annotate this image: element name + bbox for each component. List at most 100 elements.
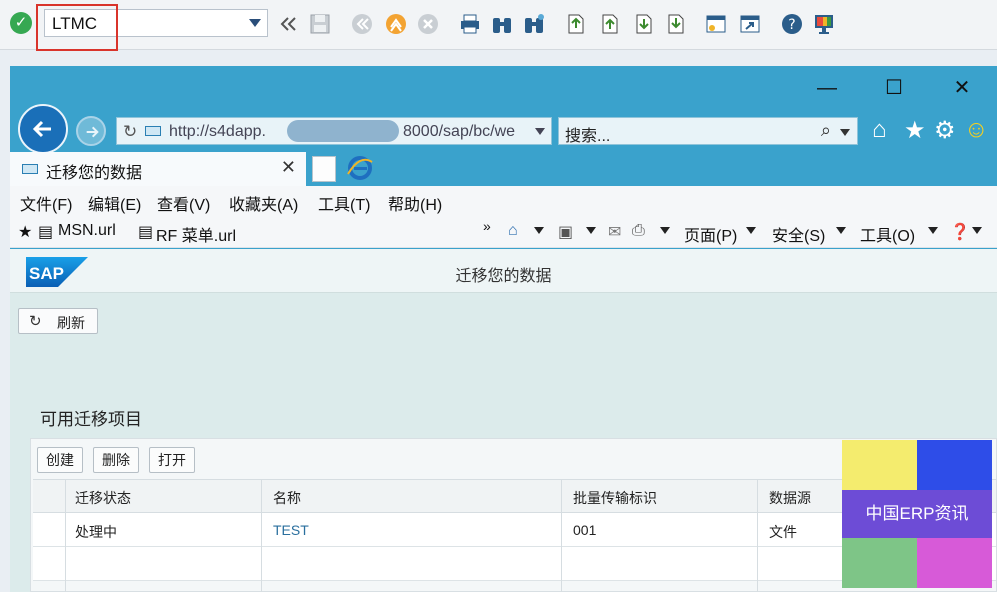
create-button[interactable]: 创建 (37, 447, 83, 473)
mail-icon[interactable]: ✉ (608, 222, 621, 242)
watermark-block (917, 440, 992, 490)
minimize-button[interactable]: — (812, 76, 842, 100)
menu-bar: 文件(F) 编辑(E) 查看(V) 收藏夹(A) 工具(T) 帮助(H) (10, 186, 997, 216)
refresh-icon: ↻ (29, 313, 42, 330)
menu-edit[interactable]: 编辑(E) (88, 191, 141, 215)
column-header-status[interactable]: 迁移状态 (75, 488, 131, 508)
column-divider (561, 479, 562, 592)
watermark-logo: 中国ERP资讯 (842, 440, 992, 588)
next-page-icon[interactable] (632, 12, 656, 36)
menu-help[interactable]: 帮助(H) (388, 191, 442, 215)
chevron-down-icon[interactable] (535, 128, 545, 135)
column-divider (261, 479, 262, 592)
menu-view[interactable]: 查看(V) (157, 191, 210, 215)
refresh-label: 刷新 (57, 315, 85, 331)
first-page-icon[interactable] (564, 12, 588, 36)
chevron-down-icon[interactable] (660, 222, 670, 240)
open-button[interactable]: 打开 (149, 447, 195, 473)
chevron-down-icon[interactable] (249, 19, 261, 27)
last-page-icon[interactable] (664, 12, 688, 36)
tools-menu[interactable]: 工具(O) (860, 222, 915, 246)
help-icon[interactable]: ? (780, 12, 804, 36)
section-title: 可用迁移项目 (40, 410, 142, 429)
chevron-down-icon[interactable] (746, 222, 756, 240)
sap-gui-toolbar: ✓ LTMC ? (0, 0, 997, 51)
watermark-block (842, 538, 917, 588)
new-tab-button[interactable] (312, 156, 336, 182)
settings-gear-icon[interactable]: ⚙ (934, 116, 956, 145)
enter-check-icon[interactable]: ✓ (10, 12, 32, 34)
back-icon[interactable] (350, 12, 374, 36)
home-icon[interactable]: ⌂ (872, 116, 887, 144)
maximize-button[interactable]: ☐ (879, 76, 909, 100)
column-divider (757, 479, 758, 592)
chevron-down-icon[interactable] (972, 222, 982, 240)
page-icon: ▤ (38, 224, 54, 241)
search-icon[interactable]: ⌕ (821, 120, 831, 141)
menu-file[interactable]: 文件(F) (20, 191, 72, 215)
highlight-box (36, 4, 118, 51)
chevron-down-icon[interactable] (586, 222, 596, 240)
tab-title: 迁移您的数据 (46, 165, 143, 182)
chevron-double-right-icon[interactable]: » (483, 218, 491, 234)
forward-button[interactable] (76, 116, 106, 146)
cell-name-link[interactable]: TEST (273, 522, 309, 538)
menu-tools[interactable]: 工具(T) (318, 191, 370, 215)
cancel-icon[interactable] (416, 12, 440, 36)
save-icon[interactable] (308, 12, 332, 36)
favorite-link-msn[interactable]: MSN.url (58, 222, 116, 240)
column-header-name[interactable]: 名称 (273, 488, 301, 508)
favorites-star-icon[interactable]: ★ (18, 222, 32, 242)
svg-text:?: ? (788, 17, 795, 33)
chevron-down-icon[interactable] (928, 222, 938, 240)
favorites-star-icon[interactable]: ★ (904, 116, 926, 145)
site-icon (145, 126, 161, 136)
smiley-feedback-icon[interactable]: ☺ (964, 116, 989, 144)
home-small-icon[interactable]: ⌂ (508, 222, 518, 240)
watermark-block (917, 538, 992, 588)
chevron-down-icon[interactable] (534, 222, 544, 240)
exit-icon[interactable] (384, 12, 408, 36)
cell-mass-transfer-id: 001 (573, 522, 597, 538)
refresh-button[interactable]: ↻ 刷新 (18, 308, 98, 334)
column-header-mass-transfer-id[interactable]: 批量传输标识 (573, 488, 657, 508)
find-next-icon[interactable] (522, 12, 546, 36)
favorites-bar: ★ ▤ MSN.url ▤ RF 菜单.url » ⌂ ▣ ✉ ⎙ 页面(P) … (10, 216, 997, 248)
cell-status: 处理中 (75, 524, 117, 540)
chevron-down-icon[interactable] (836, 222, 846, 240)
menu-favorites[interactable]: 收藏夹(A) (229, 191, 298, 215)
previous-page-icon[interactable] (598, 12, 622, 36)
printer-icon[interactable]: ⎙ (632, 222, 645, 240)
arrow-left-icon (32, 120, 51, 138)
find-icon[interactable] (490, 12, 514, 36)
browser-tab[interactable]: 迁移您的数据 ✕ (10, 152, 306, 186)
column-header-source[interactable]: 数据源 (769, 488, 811, 508)
delete-button[interactable]: 删除 (93, 447, 139, 473)
tab-close-icon[interactable]: ✕ (281, 157, 296, 178)
chevron-down-icon[interactable] (840, 129, 850, 136)
watermark-text: 中国ERP资讯 (842, 490, 992, 538)
cell-source: 文件 (769, 524, 797, 540)
page-title: 迁移您的数据 (455, 268, 552, 285)
search-box[interactable]: 搜索... ⌕ (558, 117, 858, 145)
new-session-icon[interactable] (704, 12, 728, 36)
double-chevron-left-icon[interactable] (276, 12, 300, 36)
watermark-block (842, 440, 917, 490)
ie-logo-icon[interactable] (346, 154, 374, 182)
feeds-icon[interactable]: ▣ (558, 222, 573, 242)
page-menu[interactable]: 页面(P) (684, 222, 737, 246)
favorite-link-rf-menu[interactable]: RF 菜单.url (156, 222, 236, 246)
print-icon[interactable] (458, 12, 482, 36)
url-text-end: 8000/sap/bc/we (403, 123, 516, 140)
close-button[interactable]: ✕ (947, 76, 977, 100)
shortcut-icon[interactable] (738, 12, 762, 36)
arrow-right-icon (86, 126, 99, 138)
back-button[interactable] (18, 104, 68, 154)
address-bar[interactable]: ↻ http://s4dapp. 8000/sap/bc/we (116, 117, 552, 145)
layout-menu-icon[interactable] (812, 12, 836, 36)
site-icon (22, 164, 38, 174)
search-placeholder: 搜索... (565, 128, 611, 145)
safety-menu[interactable]: 安全(S) (772, 222, 825, 246)
help-icon[interactable]: ❓ (950, 222, 970, 242)
refresh-icon[interactable]: ↻ (123, 122, 137, 142)
